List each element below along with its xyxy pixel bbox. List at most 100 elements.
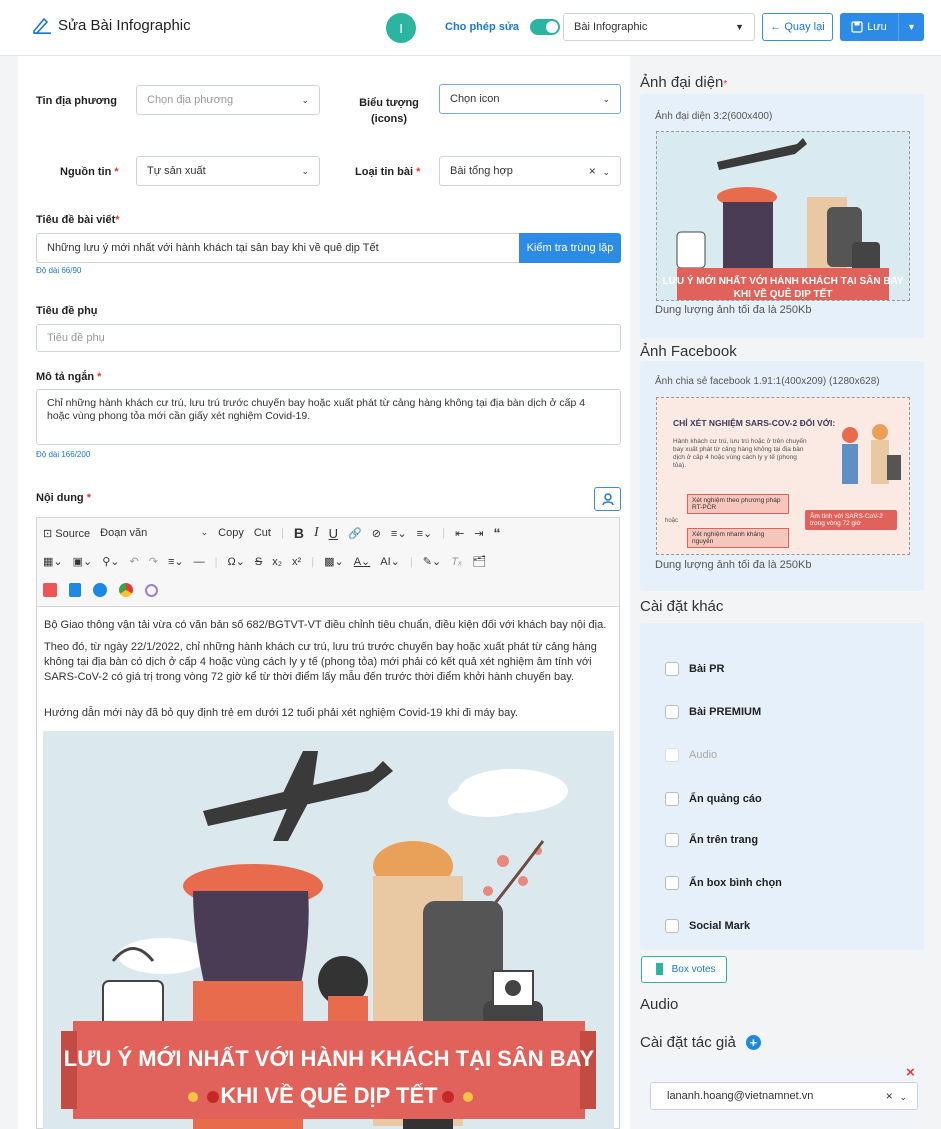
fb-box-2: Xét nghiệm nhanh kháng nguyên <box>687 528 789 548</box>
facebook-image-upload[interactable]: CHỈ XÉT NGHIỆM SARS-COV-2 ĐỐI VỚI: Hành … <box>656 397 910 555</box>
option-premium[interactable]: Bài PREMIUM <box>665 705 761 719</box>
special-char-icon[interactable]: Ω⌄ <box>227 555 244 568</box>
italic-icon[interactable]: I <box>314 525 319 541</box>
news-type-value: Bài tổng hợp <box>450 165 513 177</box>
save-main[interactable]: Lưu <box>840 21 898 33</box>
remove-format-icon[interactable]: Tₓ <box>451 556 462 568</box>
option-pr[interactable]: Bài PR <box>665 662 724 676</box>
underline-icon[interactable]: U <box>329 526 338 541</box>
plugin-chart-icon[interactable] <box>93 583 107 597</box>
highlight-icon[interactable]: ✎⌄ <box>423 555 441 568</box>
clear-format-icon[interactable]: ⊘ <box>372 527 381 540</box>
facebook-section-title: Ảnh Facebook <box>640 343 737 360</box>
avatar-note: Ảnh đại diện 3:2(600x400) <box>655 111 773 122</box>
background-color-icon[interactable]: ▩⌄ <box>324 555 344 568</box>
page-title-wrap: Sửa Bài Infographic <box>32 16 191 34</box>
option-hide-vote-box[interactable]: Ẩn box bình chọn <box>665 876 782 890</box>
superscript-icon[interactable]: x² <box>292 556 301 568</box>
indent-icon[interactable]: ⇥ <box>474 527 483 540</box>
save-button[interactable]: Lưu ▼ <box>840 13 924 41</box>
save-dropdown[interactable]: ▼ <box>898 13 924 41</box>
checkbox <box>665 748 679 762</box>
fb-box-1: Xét nghiệm theo phương pháp RT-PCR <box>687 494 789 514</box>
subtitle-input[interactable]: Tiêu đề phụ <box>36 324 621 352</box>
remove-author-icon[interactable]: × <box>906 1064 915 1081</box>
number-list-icon[interactable]: ≡⌄ <box>417 527 433 540</box>
subscript-icon[interactable]: x₂ <box>272 556 282 568</box>
allow-edit-toggle[interactable] <box>530 19 560 35</box>
top-bar: Sửa Bài Infographic I Cho phép sửa Bài I… <box>0 0 941 56</box>
checkbox[interactable] <box>665 792 679 806</box>
option-hide-ads[interactable]: Ẩn quảng cáo <box>665 792 762 806</box>
source-label: Nguồn tin * <box>60 166 119 178</box>
bullet-list-icon[interactable]: ≡⌄ <box>391 527 407 540</box>
paragraph-format-select[interactable]: Đoạn văn ⌄ <box>100 527 208 539</box>
chevron-down-icon: ⌄ <box>301 94 309 105</box>
plugin-article-icon[interactable] <box>43 583 57 597</box>
article-type-select[interactable]: Bài Infographic ▼ <box>563 13 755 41</box>
page-title: Sửa Bài Infographic <box>58 16 191 34</box>
back-button[interactable]: ← Quay lại <box>762 13 833 41</box>
find-replace-icon[interactable]: ⚲⌄ <box>102 555 119 568</box>
title-input[interactable]: Những lưu ý mới nhất với hành khách tại … <box>36 233 520 263</box>
checkbox[interactable] <box>665 876 679 890</box>
media-icon[interactable]: ▣⌄ <box>73 555 93 568</box>
icon-select[interactable]: Chọn icon ⌄ <box>439 84 621 114</box>
facebook-size-note: Dung lượng ảnh tối đa là 250Kb <box>655 559 812 571</box>
font-color-icon[interactable]: A⌄ <box>354 555 371 568</box>
undo-icon[interactable]: ↶ <box>130 555 139 568</box>
infographic-image: LƯU Ý MỚI NHẤT VỚI HÀNH KHÁCH TẠI SÂN BA… <box>43 731 614 1129</box>
fb-or: hoặc <box>665 518 679 524</box>
author-select[interactable]: lananh.hoang@vietnamnet.vn × ⌄ <box>650 1082 918 1110</box>
table-icon[interactable]: ▦⌄ <box>43 555 63 568</box>
editor-toolbar: ⊡ Source Đoạn văn ⌄ Copy Cut | B I U 🔗 ⊘… <box>36 517 620 607</box>
checkbox[interactable] <box>665 705 679 719</box>
copy-button[interactable]: Copy <box>218 527 244 539</box>
clear-icon[interactable]: × ⌄ <box>589 164 610 178</box>
align-icon[interactable]: ≡⌄ <box>168 555 184 568</box>
avatar-section-title: Ảnh đại diện* <box>640 74 728 91</box>
pencil-icon <box>33 17 51 34</box>
checkbox[interactable] <box>665 662 679 676</box>
bold-icon[interactable]: B <box>294 525 304 541</box>
outdent-icon[interactable]: ⇤ <box>455 527 464 540</box>
check-duplicate-button[interactable]: Kiểm tra trùng lặp <box>519 233 621 263</box>
back-button-label: ← Quay lại <box>770 21 825 33</box>
font-size-icon[interactable]: AI⌄ <box>380 555 400 568</box>
avatar-size-note: Dung lượng ảnh tối đa là 250Kb <box>655 304 812 316</box>
file-manager-icon[interactable]: 🗂 <box>472 555 486 568</box>
article-type-value: Bài Infographic <box>574 21 648 33</box>
banner-line-1: LƯU Ý MỚI NHẤT VỚI HÀNH KHÁCH TẠI SÂN BA… <box>64 1046 595 1071</box>
checkbox[interactable] <box>665 833 679 847</box>
plugin-chrome-icon[interactable] <box>119 583 133 597</box>
save-label: Lưu <box>867 21 887 33</box>
editor-content[interactable]: Bộ Giao thông vận tải vừa có văn bản số … <box>36 607 620 1129</box>
add-author-icon[interactable]: + <box>745 1035 761 1050</box>
news-type-select[interactable]: Bài tổng hợp × ⌄ <box>439 156 621 186</box>
summary-textarea[interactable]: Chỉ những hành khách cư trú, lưu trú trư… <box>36 389 621 445</box>
checkbox[interactable] <box>665 919 679 933</box>
plugin-doc-icon[interactable] <box>69 583 81 597</box>
strikethrough-icon[interactable]: S <box>255 556 262 568</box>
source-select[interactable]: Tự sản xuất ⌄ <box>136 156 320 186</box>
content-paragraph-2: Theo đó, từ ngày 22/1/2022, chỉ những hà… <box>44 641 597 683</box>
clear-author-icon[interactable]: × ⌄ <box>886 1089 907 1103</box>
avatar-image-upload[interactable]: LƯU Ý MỚI NHẤT VỚI HÀNH KHÁCH TẠI SÂN BA… <box>656 131 910 301</box>
author-select-button[interactable] <box>594 487 621 511</box>
content-label: Nội dung * <box>36 492 91 504</box>
subtitle-label: Tiêu đề phụ <box>36 305 98 317</box>
source-button[interactable]: ⊡ Source <box>43 527 90 540</box>
option-hide-on-page[interactable]: Ẩn trên trang <box>665 833 758 847</box>
summary-label: Mô tả ngắn * <box>36 371 102 383</box>
redo-icon[interactable]: ↷ <box>149 555 158 568</box>
quote-icon[interactable]: “ <box>494 525 501 541</box>
horizontal-line-icon[interactable]: — <box>194 556 205 568</box>
local-news-select[interactable]: Chọn địa phương ⌄ <box>136 85 320 115</box>
cut-button[interactable]: Cut <box>254 527 271 539</box>
option-social-mark[interactable]: Social Mark <box>665 919 750 933</box>
plugin-circle-icon[interactable] <box>145 583 158 597</box>
link-icon[interactable]: 🔗 <box>348 527 362 540</box>
box-votes-button[interactable]: ▐▌ Box votes <box>641 956 727 983</box>
user-avatar[interactable]: I <box>386 13 416 43</box>
icon-label: Biểu tượng (icons) <box>359 97 419 125</box>
